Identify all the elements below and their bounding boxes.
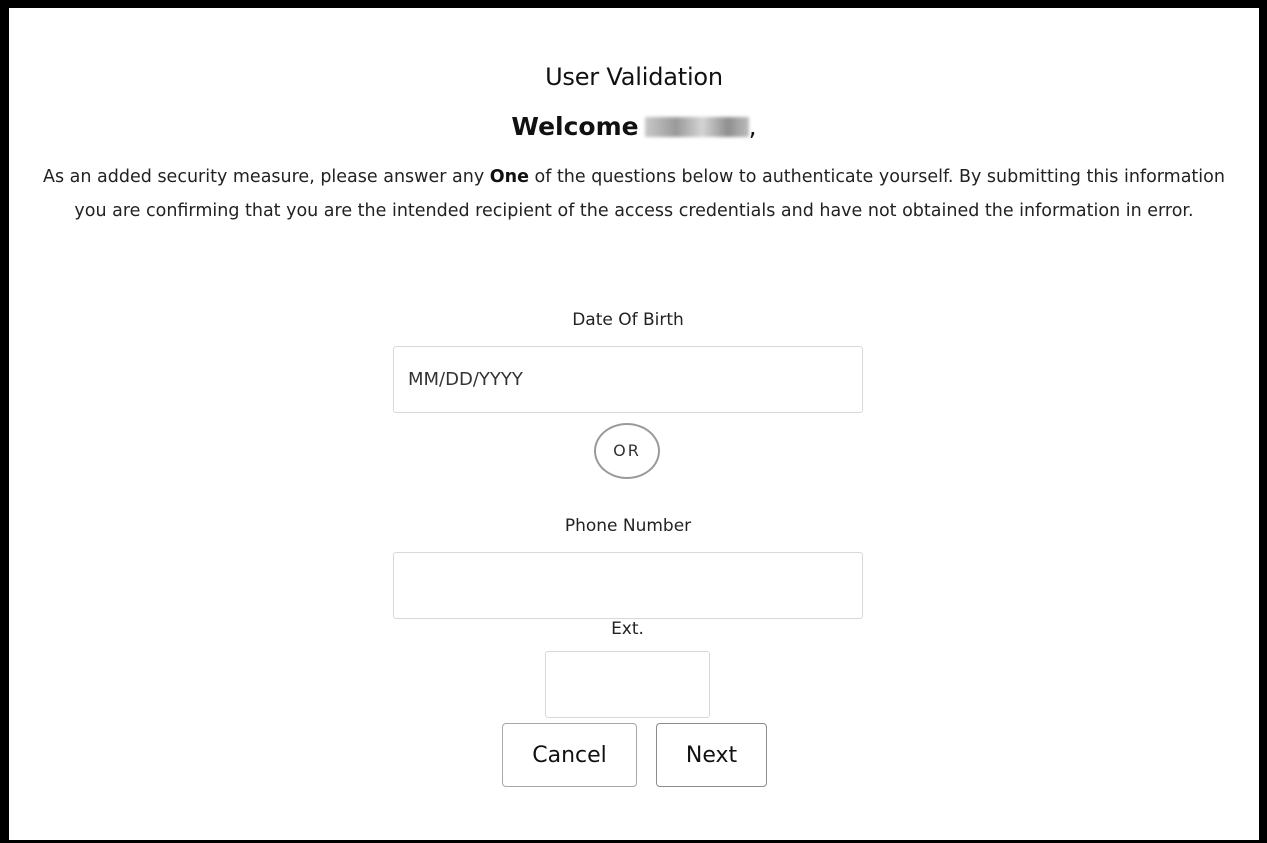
dob-input[interactable] xyxy=(393,346,863,413)
next-button[interactable]: Next xyxy=(656,723,767,787)
redacted-username xyxy=(644,117,749,137)
welcome-text: Welcome xyxy=(511,112,639,141)
phone-input[interactable] xyxy=(393,552,863,619)
welcome-heading: Welcome, xyxy=(9,112,1259,141)
welcome-comma: , xyxy=(748,112,757,141)
cancel-button[interactable]: Cancel xyxy=(502,723,637,787)
ext-label: Ext. xyxy=(611,619,644,639)
page-title: User Validation xyxy=(545,63,723,91)
security-instructions: As an added security measure, please ans… xyxy=(34,160,1234,228)
phone-label: Phone Number xyxy=(564,516,692,536)
or-divider: OR xyxy=(594,423,660,479)
instructions-emphasis: One xyxy=(489,167,529,187)
instructions-text-start: As an added security measure, please ans… xyxy=(43,167,490,187)
ext-input[interactable] xyxy=(545,651,710,718)
validation-page: User Validation Welcome, As an added sec… xyxy=(0,0,1267,843)
dob-label: Date Of Birth xyxy=(572,310,684,330)
